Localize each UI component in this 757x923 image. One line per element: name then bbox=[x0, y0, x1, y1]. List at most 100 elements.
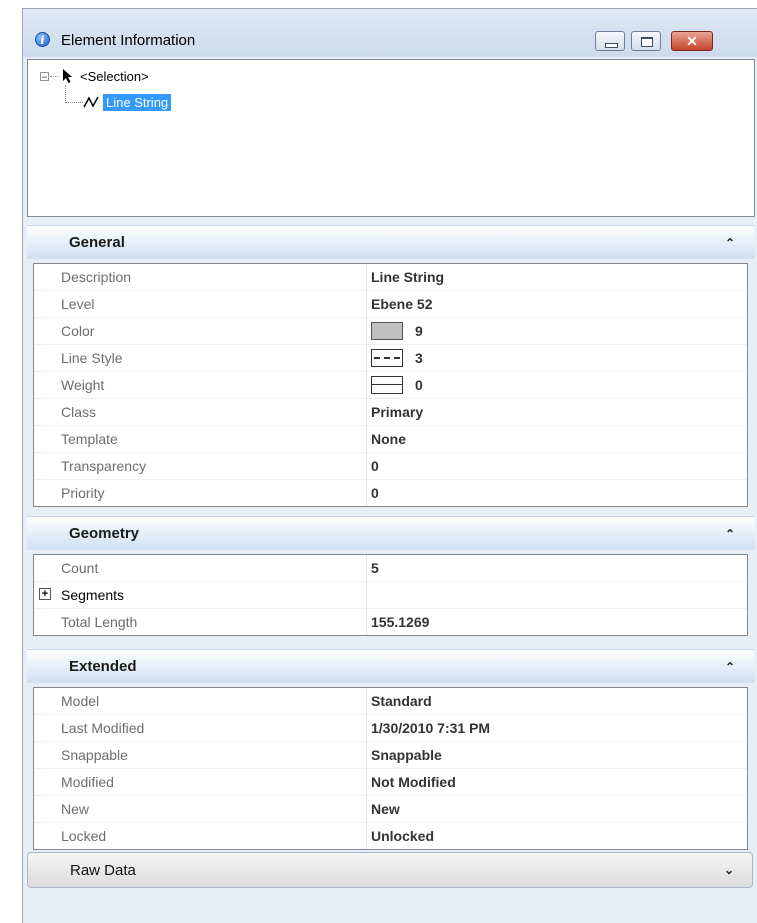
property-value-text: Primary bbox=[371, 404, 424, 420]
properties-extended: Model Standard Last Modified 1/30/2010 7:31… bbox=[33, 687, 748, 850]
section-title-raw-data: Raw Data bbox=[70, 862, 136, 879]
property-value-text: 3 bbox=[415, 350, 423, 366]
tree-label-line-string[interactable]: Line String bbox=[103, 93, 172, 111]
property-row[interactable]: Class Primary bbox=[34, 399, 747, 426]
minimize-button[interactable] bbox=[595, 31, 625, 51]
close-icon: ✕ bbox=[686, 33, 698, 49]
property-name: Priority bbox=[61, 485, 105, 501]
property-name: Locked bbox=[61, 828, 107, 844]
tree-row-line-string[interactable]: Line String bbox=[65, 92, 172, 112]
line-weight-icon bbox=[371, 376, 403, 394]
column-divider bbox=[366, 345, 367, 371]
chevron-down-icon[interactable]: ⌄ bbox=[724, 863, 734, 877]
property-value: Ebene 52 bbox=[371, 296, 432, 312]
arrow-cursor-icon bbox=[63, 69, 72, 83]
property-row[interactable]: New New bbox=[34, 796, 747, 823]
column-divider bbox=[366, 823, 367, 849]
collapse-expander[interactable]: − bbox=[40, 71, 49, 81]
property-value-text: 5 bbox=[371, 560, 379, 576]
section-header-general[interactable]: General ⌃ bbox=[27, 225, 755, 259]
property-value: Standard bbox=[371, 693, 432, 709]
maximize-button[interactable] bbox=[631, 31, 661, 51]
property-value-text: Not Modified bbox=[371, 774, 456, 790]
property-row[interactable]: Snappable Snappable bbox=[34, 742, 747, 769]
chevron-up-icon[interactable]: ⌃ bbox=[725, 660, 735, 674]
property-name: Weight bbox=[61, 377, 105, 393]
property-row[interactable]: + Segments bbox=[34, 582, 747, 609]
property-value-text: 0 bbox=[415, 377, 423, 393]
property-value-text: None bbox=[371, 431, 406, 447]
section-title-geometry: Geometry bbox=[69, 525, 140, 542]
section-title-extended: Extended bbox=[69, 658, 137, 675]
color-swatch-icon bbox=[371, 322, 403, 340]
column-divider bbox=[366, 555, 367, 581]
tree-row-selection[interactable]: − <Selection> bbox=[40, 66, 149, 86]
property-value: None bbox=[371, 431, 406, 447]
property-row[interactable]: Line Style 3 bbox=[34, 345, 747, 372]
chevron-up-icon[interactable]: ⌃ bbox=[725, 236, 735, 250]
property-value: 5 bbox=[371, 560, 379, 576]
property-value-text: 9 bbox=[415, 323, 423, 339]
column-divider bbox=[366, 453, 367, 479]
column-divider bbox=[366, 796, 367, 822]
column-divider bbox=[366, 318, 367, 344]
close-button[interactable]: ✕ bbox=[671, 31, 713, 51]
property-name: Class bbox=[61, 404, 97, 420]
column-divider bbox=[366, 291, 367, 317]
column-divider bbox=[366, 264, 367, 290]
property-name: Description bbox=[61, 269, 132, 285]
property-row[interactable]: Transparency 0 bbox=[34, 453, 747, 480]
property-name: Template bbox=[61, 431, 118, 447]
property-name: New bbox=[61, 801, 90, 817]
property-row[interactable]: Locked Unlocked bbox=[34, 823, 747, 849]
property-value: Primary bbox=[371, 404, 423, 420]
section-header-extended[interactable]: Extended ⌃ bbox=[27, 649, 755, 683]
column-divider bbox=[366, 480, 367, 506]
property-name: Last Modified bbox=[61, 720, 145, 736]
title-bar[interactable]: i Element Information ✕ bbox=[23, 9, 757, 57]
property-value-text: Standard bbox=[371, 693, 432, 709]
property-row[interactable]: Count 5 bbox=[34, 555, 747, 582]
line-style-icon bbox=[371, 349, 403, 367]
property-name: Color bbox=[61, 323, 95, 339]
property-value-text: New bbox=[371, 801, 400, 817]
property-row[interactable]: Model Standard bbox=[34, 688, 747, 715]
column-divider bbox=[366, 769, 367, 795]
chevron-up-icon[interactable]: ⌃ bbox=[725, 527, 735, 541]
property-value: 155.1269 bbox=[371, 614, 429, 630]
property-value-text: 0 bbox=[371, 458, 379, 474]
property-value: Not Modified bbox=[371, 774, 456, 790]
element-information-window: i Element Information ✕ − <Selection> Li… bbox=[22, 8, 757, 923]
column-divider bbox=[366, 742, 367, 768]
property-name: Modified bbox=[61, 774, 114, 790]
property-value-text: 0 bbox=[371, 485, 379, 501]
property-row[interactable]: Weight 0 bbox=[34, 372, 747, 399]
property-row[interactable]: Total Length 155.1269 bbox=[34, 609, 747, 635]
property-row[interactable]: Modified Not Modified bbox=[34, 769, 747, 796]
selection-tree[interactable]: − <Selection> Line String bbox=[27, 59, 755, 217]
property-value: 3 bbox=[371, 349, 423, 367]
property-value-text: 1/30/2010 7:31 PM bbox=[371, 720, 491, 736]
property-value: 9 bbox=[371, 322, 423, 340]
properties-general: Description Line String Level Ebene 52 Color… bbox=[33, 263, 748, 507]
column-divider bbox=[366, 715, 367, 741]
property-name: Level bbox=[61, 296, 95, 312]
section-header-geometry[interactable]: Geometry ⌃ bbox=[27, 516, 755, 550]
property-row[interactable]: Description Line String bbox=[34, 264, 747, 291]
tree-connector bbox=[50, 75, 58, 77]
line-string-icon bbox=[83, 96, 99, 108]
expand-icon[interactable]: + bbox=[39, 588, 51, 600]
property-value-text: Snappable bbox=[371, 747, 442, 763]
tree-connector bbox=[65, 101, 83, 103]
property-row[interactable]: Level Ebene 52 bbox=[34, 291, 747, 318]
property-row[interactable]: Template None bbox=[34, 426, 747, 453]
property-value: Line String bbox=[371, 269, 444, 285]
property-value: New bbox=[371, 801, 400, 817]
property-value: 1/30/2010 7:31 PM bbox=[371, 720, 490, 736]
property-row[interactable]: Color 9 bbox=[34, 318, 747, 345]
property-row[interactable]: Last Modified 1/30/2010 7:31 PM bbox=[34, 715, 747, 742]
property-row[interactable]: Priority 0 bbox=[34, 480, 747, 506]
section-header-raw-data[interactable]: Raw Data ⌄ bbox=[27, 852, 753, 888]
section-title-general: General bbox=[69, 234, 125, 251]
property-name: Total Length bbox=[61, 614, 138, 630]
